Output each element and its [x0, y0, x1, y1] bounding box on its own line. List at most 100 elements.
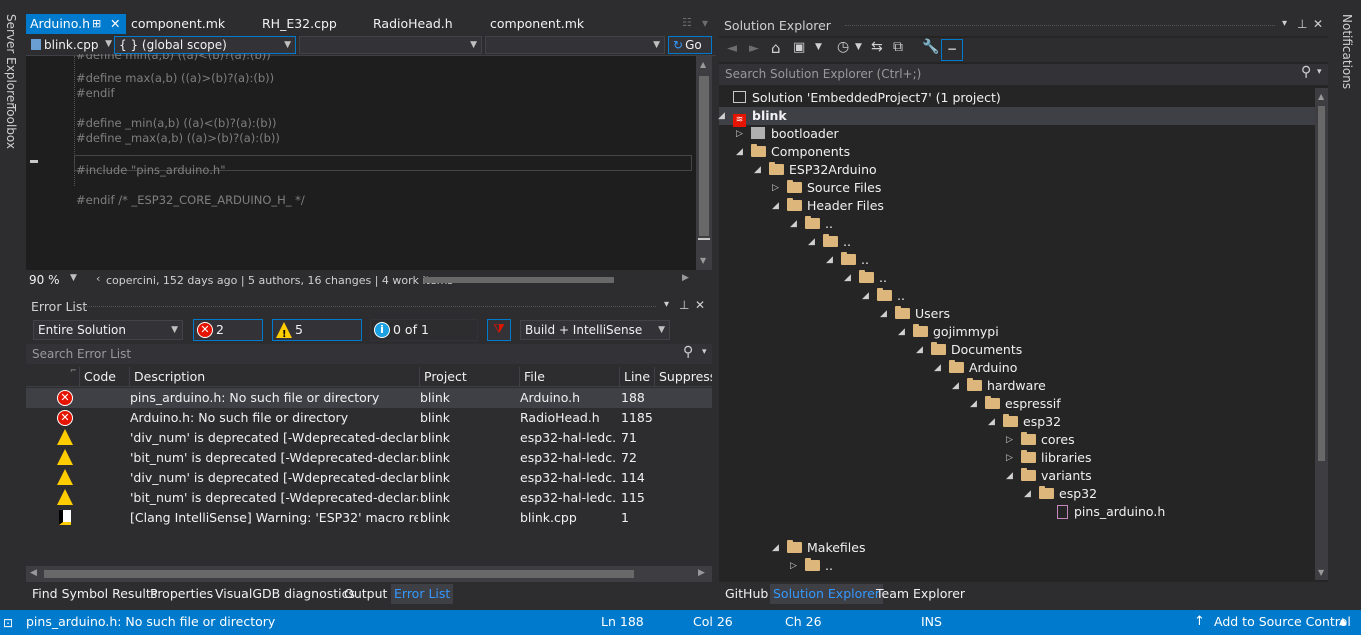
expanded-arrow-icon[interactable]: ◢	[772, 201, 779, 211]
expanded-arrow-icon[interactable]: ◢	[718, 111, 725, 121]
zoom-level[interactable]: 90 %	[29, 273, 60, 287]
expanded-arrow-icon[interactable]: ◢	[952, 381, 959, 391]
collapse-marker-icon[interactable]	[30, 160, 38, 163]
back-icon[interactable]: ◄	[727, 41, 737, 56]
table-row[interactable]: [Clang IntelliSense] Warning: 'ESP32' ma…	[26, 508, 712, 528]
chevron-down-icon[interactable]: ▼	[815, 42, 822, 52]
search-icon[interactable]: ⚲	[1301, 64, 1311, 80]
search-options-dropdown-icon[interactable]: ▾	[702, 347, 707, 357]
tree-item[interactable]: Users	[895, 305, 950, 323]
close-icon[interactable]: ✕	[1313, 17, 1323, 31]
expanded-arrow-icon[interactable]: ◢	[988, 417, 995, 427]
tree-item[interactable]: libraries	[1021, 449, 1092, 467]
build-filter-combo[interactable]: Build + IntelliSense ▼	[520, 320, 670, 340]
expanded-arrow-icon[interactable]: ◢	[970, 399, 977, 409]
collapse-all-icon[interactable]: ⧉	[893, 39, 903, 55]
table-row[interactable]: ✕ pins_arduino.h: No such file or directo…	[26, 388, 712, 408]
scroll-left-icon[interactable]: ◀	[30, 568, 37, 578]
expanded-arrow-icon[interactable]: ◢	[934, 363, 941, 373]
column-line[interactable]: Line	[619, 367, 654, 387]
tab-rh-e32-cpp[interactable]: RH_E32.cpp	[258, 14, 341, 34]
tree-item[interactable]: ≋ blink	[733, 107, 787, 127]
scroll-up-icon[interactable]: ▲	[1318, 92, 1324, 101]
horizontal-scroll-thumb[interactable]	[424, 277, 614, 283]
tree-item[interactable]: espressif	[985, 395, 1061, 413]
tab-component-mk[interactable]: component.mk	[127, 14, 229, 34]
close-icon[interactable]: ✕	[695, 298, 705, 312]
tree-item[interactable]: Source Files	[787, 179, 881, 197]
collapsed-arrow-icon[interactable]: ▷	[1006, 435, 1013, 445]
tree-item[interactable]: ..	[805, 557, 833, 575]
expanded-arrow-icon[interactable]: ◢	[862, 291, 869, 301]
tree-item[interactable]: pins_arduino.h	[1057, 503, 1165, 521]
tab-arduino-h[interactable]: Arduino.h ⊞ ✕	[26, 14, 126, 34]
table-row[interactable]: ✕ Arduino.h: No such file or directory bli…	[26, 408, 712, 428]
column-suppression[interactable]: Suppressio	[654, 367, 712, 387]
chevron-down-icon[interactable]: ▼	[855, 42, 862, 52]
function-combo[interactable]: ▼	[485, 36, 665, 54]
search-error-list-input[interactable]: Search Error List ⚲ ▾	[26, 344, 712, 364]
expanded-arrow-icon[interactable]: ◢	[880, 309, 887, 319]
editor-vertical-scrollbar[interactable]: ▲ ▼	[696, 56, 712, 270]
tab-component-mk-2[interactable]: component.mk	[486, 14, 588, 34]
tab-team-explorer[interactable]: Team Explorer	[873, 584, 968, 604]
table-row[interactable]: ! 'bit_num' is deprecated [-Wdeprecated-d…	[26, 488, 712, 508]
close-icon[interactable]: ✕	[110, 14, 120, 34]
error-list-horizontal-scrollbar[interactable]: ◀ ▶	[26, 566, 712, 582]
sync-icon[interactable]: ⇆	[871, 39, 883, 55]
tab-radiohead-h[interactable]: RadioHead.h	[369, 14, 457, 34]
expanded-arrow-icon[interactable]: ◢	[808, 237, 815, 247]
server-explorer-tab[interactable]: Server Explorer	[4, 14, 18, 107]
home-icon[interactable]: ⌂	[771, 39, 781, 57]
pin-icon[interactable]: ⊥	[679, 298, 689, 312]
expanded-arrow-icon[interactable]: ◢	[772, 543, 779, 553]
tree-item[interactable]: esp32	[1003, 413, 1061, 431]
codelens-blame[interactable]: copercini, 152 days ago | 5 authors, 16 …	[106, 274, 453, 287]
pin-icon[interactable]: ⊥	[1297, 17, 1307, 31]
notifications-tab[interactable]: Notifications	[1340, 14, 1354, 89]
tree-item[interactable]: variants	[1021, 467, 1092, 485]
tab-error-list[interactable]: Error List	[391, 584, 454, 604]
expanded-arrow-icon[interactable]: ◢	[898, 327, 905, 337]
expanded-arrow-icon[interactable]: ◢	[790, 219, 797, 229]
expanded-arrow-icon[interactable]: ◢	[844, 273, 851, 283]
toolbox-tab[interactable]: Toolbox	[4, 104, 18, 149]
switch-views-icon[interactable]: ▣	[793, 40, 805, 55]
table-row[interactable]: ! 'bit_num' is deprecated [-Wdeprecated-d…	[26, 448, 712, 468]
scroll-down-icon[interactable]: ▼	[1318, 568, 1324, 577]
tree-item[interactable]: esp32	[1039, 485, 1097, 503]
solution-explorer-scrollbar[interactable]: ▲ ▼	[1315, 88, 1328, 580]
expanded-arrow-icon[interactable]: ◢	[736, 147, 743, 157]
collapsed-arrow-icon[interactable]: ▷	[772, 183, 779, 193]
search-icon[interactable]: ⚲	[683, 344, 693, 360]
tree-item[interactable]: Documents	[931, 341, 1022, 359]
tree-item[interactable]: Components	[751, 143, 850, 161]
chevron-up-icon[interactable]: ▲	[1339, 610, 1347, 634]
expanded-arrow-icon[interactable]: ◢	[826, 255, 833, 265]
messages-filter-button[interactable]: i 0 of 1 Message	[370, 319, 478, 357]
warnings-filter-button[interactable]: ! 5 Warnings	[272, 319, 362, 357]
column-code[interactable]: Code	[79, 367, 129, 387]
table-row[interactable]: ! 'div_num' is deprecated [-Wdeprecated-d…	[26, 468, 712, 488]
file-combo-dropdown[interactable]: ▼	[100, 36, 112, 54]
forward-icon[interactable]: ►	[749, 41, 759, 56]
tab-find-symbol-results[interactable]: Find Symbol Results	[29, 584, 160, 604]
column-project[interactable]: Project	[419, 367, 519, 387]
collapsed-arrow-icon[interactable]: ▷	[790, 561, 797, 571]
tree-item[interactable]: cores	[1021, 431, 1075, 449]
tree-item[interactable]: Makefiles	[787, 539, 865, 557]
add-to-source-control-button[interactable]: Add to Source Control	[1214, 610, 1351, 634]
filter-icon[interactable]: ⧩	[487, 319, 511, 341]
search-solution-explorer-input[interactable]: Search Solution Explorer (Ctrl+;) ⚲ ▾	[719, 64, 1328, 85]
panel-dropdown-icon[interactable]: ▾	[664, 299, 669, 310]
tab-output[interactable]: Output	[341, 584, 390, 604]
scope-combo[interactable]: { } (global scope) ▼	[114, 36, 296, 54]
tab-solution-explorer[interactable]: Solution Explorer	[770, 584, 883, 604]
scroll-right-icon[interactable]: ▶	[698, 568, 705, 578]
member-combo[interactable]: ▼	[299, 36, 482, 54]
preview-selected-items-icon[interactable]: −	[941, 39, 963, 61]
properties-wrench-icon[interactable]: 🔧	[922, 39, 939, 55]
tree-item[interactable]: hardware	[967, 377, 1046, 395]
tab-list-dropdown-icon[interactable]: ▾	[702, 16, 708, 30]
scroll-thumb[interactable]	[1318, 106, 1325, 461]
